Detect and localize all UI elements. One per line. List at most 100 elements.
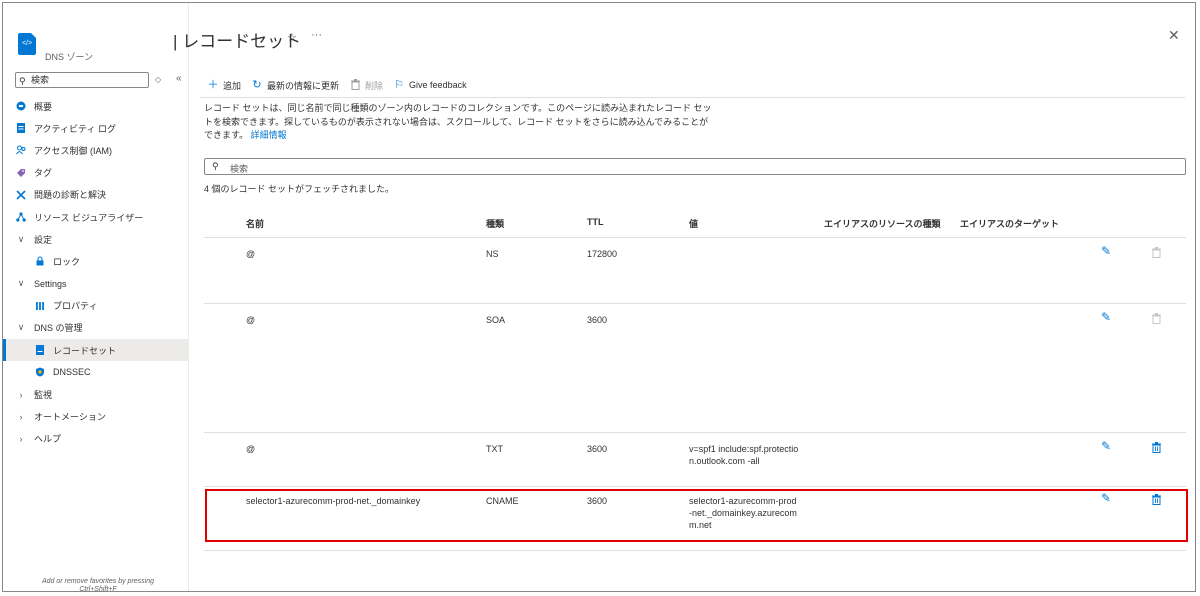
menu-item-label: Settings <box>34 278 67 289</box>
menu-group-monitoring[interactable]: › 監視 <box>3 383 189 405</box>
resource-menu: </> DNS ゾーン ⚲ 検索 ◇ « 概要 アクティビティ ログ アクセス制… <box>3 3 189 594</box>
feedback-button-label: Give feedback <box>409 80 467 90</box>
tag-icon <box>16 168 26 178</box>
row-divider <box>204 303 1186 304</box>
favorites-hint: Add or remove favorites by pressing Ctrl… <box>23 578 173 594</box>
row-divider <box>204 486 1186 487</box>
menu-item-lock[interactable]: ロック <box>3 250 189 272</box>
menu-item-label: ヘルプ <box>34 434 62 445</box>
highlight-box <box>205 489 1188 542</box>
refresh-button[interactable]: ↻ 最新の情報に更新 <box>251 79 339 92</box>
row-type: SOA <box>486 315 506 325</box>
favorites-hint-line2: Ctrl+Shift+F <box>79 586 117 593</box>
menu-item-overview[interactable]: 概要 <box>3 95 189 117</box>
menu-group-settings[interactable]: ∨ Settings <box>3 273 189 295</box>
page-title: | レコードセット <box>173 32 302 51</box>
column-header-type[interactable]: 種類 <box>486 217 504 230</box>
column-header-alias-target[interactable]: エイリアスのターゲット <box>960 217 1059 230</box>
menu-item-label: レコードセット <box>53 345 117 356</box>
delete-button[interactable]: 削除 <box>349 79 383 92</box>
favorite-star-icon[interactable]: ☆ <box>287 31 297 44</box>
recordset-search-input[interactable]: ⚲ 検索 <box>204 158 1186 175</box>
menu-group-automation[interactable]: › オートメーション <box>3 406 189 428</box>
delete-row-button[interactable] <box>1152 442 1161 453</box>
menu-item-dnssec[interactable]: DNSSEC <box>3 361 189 383</box>
dns-zone-icon: </> <box>18 33 36 55</box>
menu-search-placeholder: 検索 <box>31 75 50 85</box>
lock-icon <box>35 256 45 266</box>
menu-item-label: ロック <box>53 256 81 267</box>
resource-type-label: DNS ゾーン <box>45 52 94 62</box>
filter-icon[interactable]: ◇ <box>155 75 161 84</box>
row-type: NS <box>486 249 499 259</box>
row-ttl: 172800 <box>587 249 618 259</box>
menu-item-activity-log[interactable]: アクティビティ ログ <box>3 117 189 139</box>
row-name[interactable]: @ <box>246 248 255 260</box>
menu-item-tags[interactable]: タグ <box>3 162 189 184</box>
trash-icon <box>349 79 361 91</box>
menu-item-label: 問題の診断と解決 <box>34 190 107 201</box>
menu-item-label: アクセス制御 (IAM) <box>34 145 113 156</box>
menu-item-label: タグ <box>34 168 53 179</box>
menu-item-label: 設定 <box>34 234 53 245</box>
row-divider <box>204 432 1186 433</box>
menu-list: 概要 アクティビティ ログ アクセス制御 (IAM) タグ 問題の診断と解決 リ… <box>3 95 189 450</box>
menu-item-properties[interactable]: プロパティ <box>3 295 189 317</box>
chevron-right-icon: › <box>19 389 23 400</box>
row-type: TXT <box>486 444 503 454</box>
row-name[interactable]: @ <box>246 314 255 326</box>
column-header-value[interactable]: 値 <box>689 217 698 230</box>
row-divider <box>204 550 1186 551</box>
description: レコード セットは、同じ名前で同じ種類のゾーン内のレコードのコレクションです。こ… <box>204 102 716 143</box>
close-icon[interactable]: ✕ <box>1168 27 1180 44</box>
collapse-menu-button[interactable]: « <box>176 73 182 84</box>
row-name[interactable]: @ <box>246 443 255 455</box>
menu-group-dns-management[interactable]: ∨ DNS の管理 <box>3 317 189 339</box>
menu-item-visualizer[interactable]: リソース ビジュアライザー <box>3 206 189 228</box>
table-header-divider <box>204 237 1186 238</box>
feedback-icon: ⚐ <box>394 79 404 91</box>
menu-item-diagnose[interactable]: 問題の診断と解決 <box>3 184 189 206</box>
menu-item-label: オートメーション <box>34 412 106 423</box>
chevron-down-icon: ∨ <box>17 322 25 333</box>
refresh-button-label: 最新の情報に更新 <box>267 80 340 91</box>
feedback-button[interactable]: ⚐ Give feedback <box>393 79 467 91</box>
column-header-ttl[interactable]: TTL <box>587 217 604 227</box>
learn-more-link[interactable]: 詳細情報 <box>251 130 287 140</box>
edit-icon[interactable]: ✎ <box>1101 439 1111 453</box>
menu-item-label: DNS の管理 <box>34 323 83 334</box>
chevron-down-icon: ∨ <box>17 233 25 244</box>
menu-item-label: DNSSEC <box>53 367 91 378</box>
search-placeholder: 検索 <box>230 164 249 174</box>
chevron-right-icon: › <box>19 411 23 422</box>
refresh-icon: ↻ <box>252 79 262 91</box>
menu-item-recordsets[interactable]: レコードセット <box>3 339 189 362</box>
row-ttl: 3600 <box>587 315 608 325</box>
visualizer-icon <box>16 212 26 222</box>
add-button[interactable]: ＋ 追加 <box>207 79 242 92</box>
column-header-name[interactable]: 名前 <box>246 217 264 230</box>
edit-icon[interactable]: ✎ <box>1101 244 1111 258</box>
plus-icon: ＋ <box>207 79 219 91</box>
more-options-icon[interactable]: ··· <box>311 29 322 41</box>
menu-item-label: プロパティ <box>53 301 98 312</box>
delete-button-label: 削除 <box>365 80 384 91</box>
favorites-hint-line1: Add or remove favorites by pressing <box>41 578 155 585</box>
menu-item-label: アクティビティ ログ <box>34 123 116 134</box>
dnssec-icon <box>35 367 45 377</box>
trash-icon <box>1152 313 1161 324</box>
menu-item-iam[interactable]: アクセス制御 (IAM) <box>3 139 189 161</box>
recordset-icon <box>35 345 45 356</box>
add-button-label: 追加 <box>223 80 242 91</box>
menu-group-settings-jp[interactable]: ∨ 設定 <box>3 228 189 250</box>
edit-icon[interactable]: ✎ <box>1101 310 1111 324</box>
menu-item-label: 監視 <box>34 390 53 401</box>
menu-search-input[interactable]: ⚲ 検索 <box>15 72 149 88</box>
properties-icon <box>35 301 45 311</box>
menu-group-help[interactable]: › ヘルプ <box>3 428 189 450</box>
overview-icon <box>16 101 26 111</box>
toolbar-divider <box>200 97 1185 98</box>
chevron-right-icon: › <box>19 433 23 444</box>
column-header-alias-type[interactable]: エイリアスのリソースの種類 <box>824 217 941 230</box>
menu-item-label: 概要 <box>34 101 53 112</box>
